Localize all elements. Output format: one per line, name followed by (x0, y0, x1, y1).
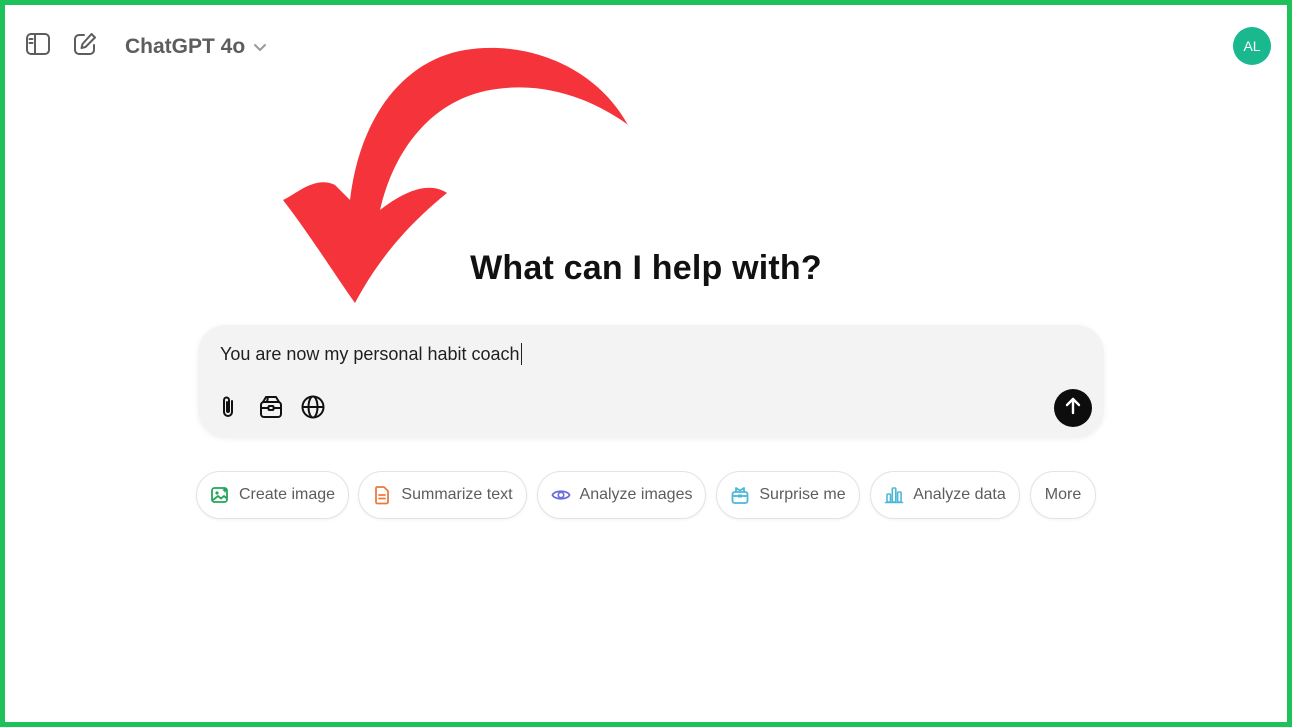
new-chat-icon (72, 31, 98, 62)
suggestion-label: Analyze data (913, 486, 1006, 503)
suggestion-label: More (1044, 486, 1082, 503)
chevron-down-icon (253, 35, 267, 59)
model-selector[interactable]: ChatGPT 4o (117, 29, 275, 65)
send-button[interactable] (1054, 389, 1092, 427)
model-name: ChatGPT 4o (125, 35, 246, 58)
user-avatar[interactable]: AL (1233, 27, 1271, 65)
bar-chart-icon (884, 485, 904, 505)
attach-button[interactable] (213, 393, 245, 425)
image-icon (210, 485, 230, 505)
message-composer: You are now my personal habit coach (198, 325, 1104, 438)
paperclip-icon (217, 394, 241, 425)
suggestion-analyze-data[interactable]: Analyze data (870, 471, 1020, 519)
new-chat-button[interactable] (68, 29, 102, 63)
suggestion-analyze-images[interactable]: Analyze images (537, 471, 706, 519)
sidebar-toggle-button[interactable] (21, 29, 55, 63)
eye-icon (551, 485, 571, 505)
toolbox-icon (258, 394, 284, 425)
screenshot-frame: ChatGPT 4o AL What can I help with? You … (0, 0, 1292, 727)
arrow-up-icon (1063, 396, 1083, 421)
suggestion-surprise-me[interactable]: Surprise me (716, 471, 860, 519)
suggestion-create-image[interactable]: Create image (196, 471, 349, 519)
page-heading: What can I help with? (470, 249, 822, 287)
suggestion-chips: Create image Summarize text Analyze imag… (5, 471, 1292, 521)
sidebar-icon (25, 32, 51, 61)
tools-button[interactable] (255, 393, 287, 425)
suggestion-label: Create image (238, 486, 336, 503)
globe-icon (300, 394, 326, 425)
web-search-button[interactable] (297, 393, 329, 425)
suggestion-summarize-text[interactable]: Summarize text (358, 471, 527, 519)
avatar-initials: AL (1243, 38, 1261, 54)
suggestion-label: Summarize text (401, 486, 513, 503)
message-input-text: You are now my personal habit coach (220, 343, 520, 364)
document-icon (372, 485, 392, 505)
text-caret (520, 343, 522, 365)
suggestion-more[interactable]: More (1030, 471, 1096, 519)
top-bar: ChatGPT 4o AL (5, 5, 1287, 89)
suggestion-label: Analyze images (579, 486, 693, 503)
gift-icon (730, 485, 750, 505)
suggestion-label: Surprise me (759, 486, 846, 503)
message-input[interactable]: You are now my personal habit coach (220, 343, 522, 365)
